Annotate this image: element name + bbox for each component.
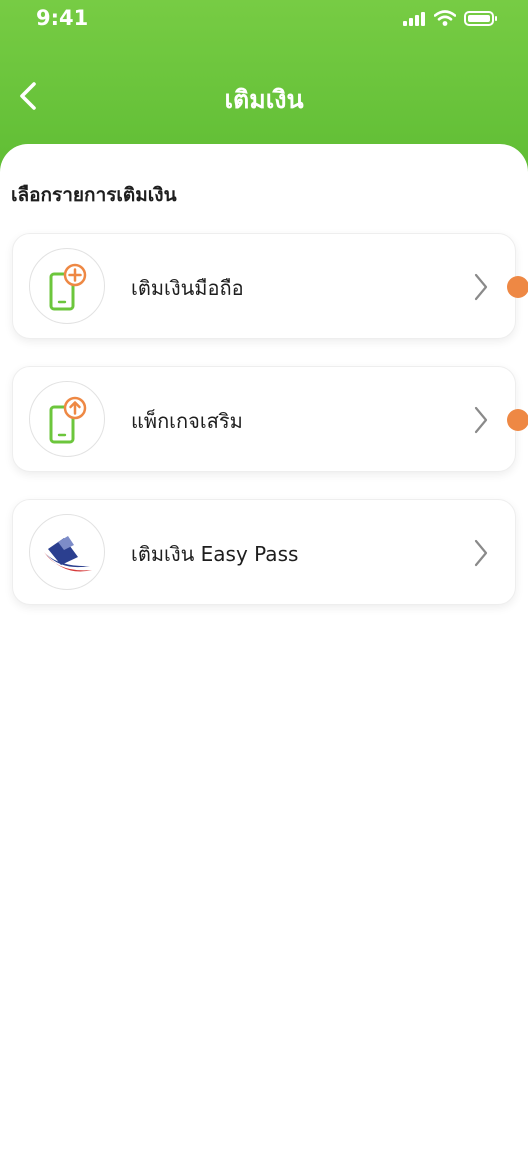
cellular-signal-icon [403, 11, 425, 26]
item-icon-circle [29, 381, 105, 457]
topup-mobile-item[interactable]: เติมเงินมือถือ [12, 233, 528, 339]
addon-package-item[interactable]: แพ็กเกจเสริม [12, 366, 528, 472]
notification-dot [507, 276, 528, 298]
item-icon-circle [29, 248, 105, 324]
phone-plus-icon [49, 263, 87, 311]
item-label: เติมเงิน Easy Pass [131, 542, 299, 566]
wifi-icon [434, 10, 456, 26]
chevron-right-icon [474, 273, 488, 301]
chevron-right-icon [474, 406, 488, 434]
easy-pass-logo [44, 536, 92, 572]
main-content: เลือกรายการเติมเงิน เติมเงินมือถือ แพ็กเ… [0, 144, 528, 1168]
notification-dot [507, 409, 528, 431]
easy-pass-item[interactable]: เติมเงิน Easy Pass [12, 499, 516, 605]
status-time: 9:41 [36, 6, 89, 30]
item-label: แพ็กเกจเสริม [131, 409, 243, 433]
chevron-right-icon [474, 539, 488, 567]
phone-upload-icon [49, 396, 87, 444]
status-icons [403, 9, 497, 27]
page-title: เติมเงิน [224, 85, 304, 114]
item-icon-circle [29, 514, 105, 590]
item-label: เติมเงินมือถือ [131, 276, 244, 300]
battery-icon [464, 10, 497, 26]
section-title: เลือกรายการเติมเงิน [11, 184, 177, 206]
status-bar: 9:41 [0, 0, 528, 40]
